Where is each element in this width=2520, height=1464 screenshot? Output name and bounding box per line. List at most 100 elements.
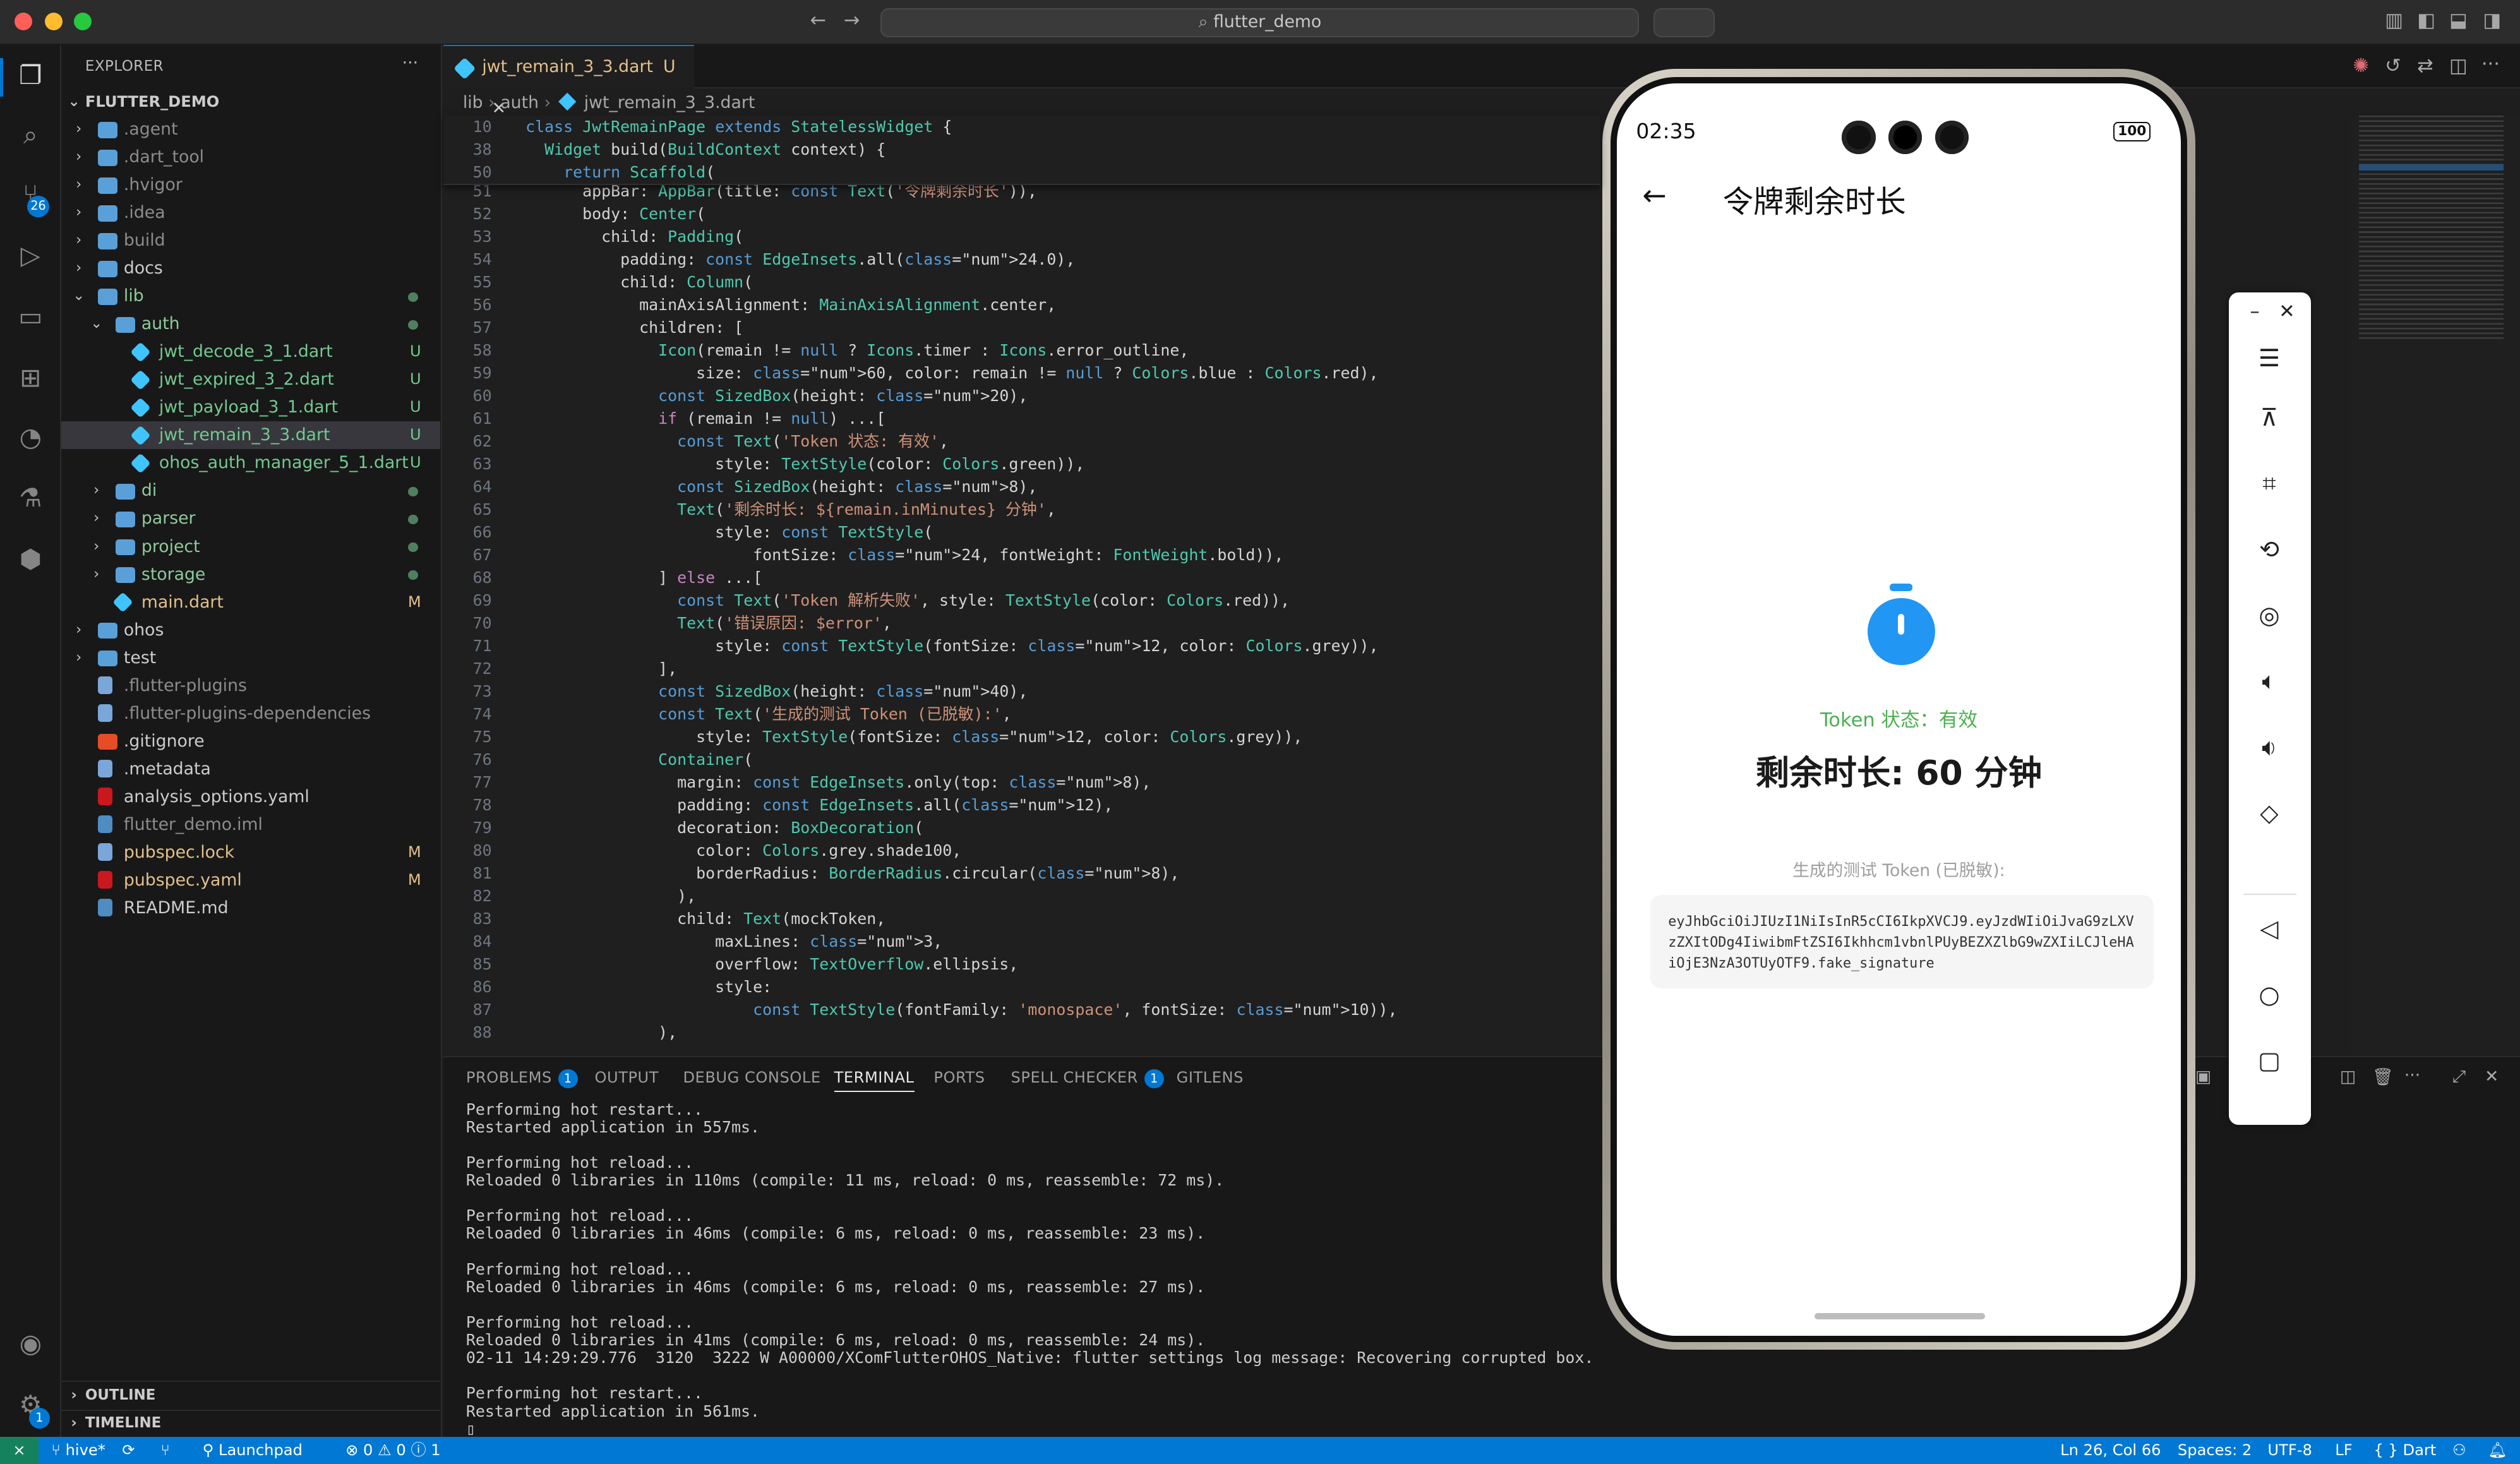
code-line[interactable]: 86 style: [443,976,1600,999]
code-line[interactable]: 82 ), [443,885,1600,908]
copilot-status-icon[interactable]: ⚇ [2452,1437,2466,1464]
eol[interactable]: LF [2335,1437,2352,1464]
code-line[interactable]: 65 Text('剩余时长: ${remain.inMinutes} 分钟', [443,498,1600,521]
code-line[interactable]: 69 const Text('Token 解析失败', style: TextS… [443,589,1600,612]
tree-item[interactable]: .gitignore [61,728,441,755]
timeline-history-icon[interactable]: ↺ [2385,55,2401,77]
extensions-icon[interactable]: ⊞ [15,362,47,394]
cursor-position[interactable]: Ln 26, Col 66 [2060,1437,2161,1464]
tree-item[interactable]: › docs [61,255,441,282]
chevron-right-icon[interactable]: › [71,644,87,671]
tree-item[interactable]: main.dart M [61,589,441,616]
tab-jwt-remain[interactable]: jwt_remain_3_3.dart U ✕ [443,45,695,118]
tree-item[interactable]: › .agent [61,116,441,143]
sticky-line[interactable]: 38 Widget build(BuildContext context) { [443,138,1600,161]
menu-icon[interactable]: ☰ [2250,339,2288,378]
sticky-line[interactable]: 50 return Scaffold( [443,161,1600,184]
tree-item[interactable]: › .dart_tool [61,143,441,171]
panel-tab-spell-checker[interactable]: SPELL CHECKER 1 [1011,1069,1164,1089]
nav-home-icon[interactable]: ○ [2250,976,2288,1014]
tree-item[interactable]: .metadata [61,755,441,783]
maximize-window-button[interactable] [74,13,92,31]
nav-recents-icon[interactable]: ▢ [2250,1041,2288,1080]
panel-more-icon[interactable]: ··· [2404,1065,2420,1085]
launchpad-status[interactable]: ⚲ Launchpad [203,1437,303,1464]
code-line[interactable]: 62 const Text('Token 状态: 有效', [443,430,1600,453]
breadcrumb-file[interactable]: jwt_remain_3_3.dart [584,93,755,112]
minimize-window-button[interactable] [45,13,63,31]
record-icon[interactable]: ◎ [2250,596,2288,635]
tree-item[interactable]: › .hvigor [61,171,441,198]
tree-item[interactable]: › project [61,533,441,560]
panel-tab-gitlens[interactable]: GITLENS [1177,1069,1244,1086]
panel-tab-ports[interactable]: PORTS [933,1069,985,1086]
language-mode[interactable]: { } Dart [2373,1437,2436,1464]
chevron-right-icon[interactable]: › [71,171,87,198]
tree-item[interactable]: analysis_options.yaml [61,783,441,810]
code-line[interactable]: 53 child: Padding( [443,225,1600,248]
code-line[interactable]: 75 style: TextStyle(fontSize: class="num… [443,726,1600,748]
explorer-more-button[interactable]: ··· [402,53,418,73]
outline-section[interactable]: › OUTLINE [61,1382,441,1409]
code-line[interactable]: 64 const SizedBox(height: class="num">8)… [443,476,1600,498]
code-line[interactable]: 88 ), [443,1021,1600,1044]
volume-up-icon[interactable]: 🔈︎ [2250,662,2288,700]
kill-terminal-icon[interactable]: 🗑 [2372,1067,2394,1087]
breadcrumb-lib[interactable]: lib [463,93,483,112]
sticky-line[interactable]: 10 class JwtRemainPage extends StatelessW… [443,116,1600,138]
tree-item[interactable]: flutter_demo.iml [61,811,441,838]
explorer-icon[interactable]: ❐ [15,59,47,92]
chevron-right-icon[interactable]: › [88,505,104,532]
containers-icon[interactable]: ⬢ [15,543,47,575]
chevron-down-icon[interactable]: ⌄ [71,282,87,309]
chevron-down-icon[interactable]: ⌄ [88,310,104,337]
remote-explorer-icon[interactable]: ▭ [15,301,47,333]
code-line[interactable]: 72 ], [443,657,1600,680]
code-line[interactable]: 58 Icon(remain != null ? Icons.timer : I… [443,339,1600,362]
code-line[interactable]: 63 style: TextStyle(color: Colors.green)… [443,453,1600,476]
tree-item[interactable]: README.md [61,894,441,921]
close-emulator-icon[interactable]: ✕ [2267,292,2306,331]
chevron-right-icon[interactable]: › [71,616,87,644]
tree-item[interactable]: pubspec.yaml M [61,867,441,894]
chevron-right-icon[interactable]: › [71,227,87,254]
tree-item[interactable]: jwt_decode_3_1.dart U [61,338,441,365]
compare-icon[interactable]: ⇄ [2417,55,2433,77]
gitlens-icon[interactable]: ◔ [15,421,47,453]
code-line[interactable]: 83 child: Text(mockToken, [443,908,1600,930]
code-line[interactable]: 52 body: Center( [443,203,1600,225]
tree-item[interactable]: pubspec.lock M [61,839,441,866]
maximize-panel-icon[interactable]: ⤢ [2452,1067,2466,1087]
phone-screen[interactable]: 02:35 100 ← 令牌剩余时长 Token 状态：有效 剩余时长: 60 … [1616,83,2181,1336]
nav-back-icon[interactable]: ◁ [2250,909,2288,948]
code-line[interactable]: 61 if (remain != null) ...[ [443,407,1600,430]
tree-item[interactable]: › ohos [61,616,441,644]
chevron-right-icon[interactable]: › [71,255,87,282]
chevron-right-icon[interactable]: › [71,116,87,143]
panel-tab-terminal[interactable]: TERMINAL [834,1069,915,1093]
tree-item[interactable]: ⌄ auth [61,310,441,337]
code-line[interactable]: 70 Text('错误原因: $error', [443,612,1600,635]
tree-item[interactable]: › parser [61,505,441,532]
close-panel-icon[interactable]: ✕ [2485,1067,2499,1086]
rotate-icon[interactable]: ⟲ [2250,531,2288,569]
nav-forward-button[interactable]: → [844,9,860,32]
home-indicator[interactable] [1814,1312,1985,1320]
project-root[interactable]: ⌄ FLUTTER_DEMO [61,88,441,116]
split-editor-icon[interactable]: ◫ [2449,55,2468,77]
code-line[interactable]: 54 padding: const EdgeInsets.all(class="… [443,248,1600,271]
tree-item[interactable]: › .idea [61,199,441,226]
code-line[interactable]: 81 borderRadius: BorderRadius.circular(c… [443,862,1600,885]
code-line[interactable]: 87 const TextStyle(fontFamily: 'monospac… [443,999,1600,1021]
command-center-search[interactable]: ⌕ flutter_demo [880,8,1640,37]
tree-item[interactable]: › test [61,644,441,671]
code-line[interactable]: 79 decoration: BoxDecoration( [443,817,1600,839]
chevron-right-icon[interactable]: › [88,561,104,588]
minimap[interactable] [2349,116,2520,1055]
code-line[interactable]: 59 size: class="num">60, color: remain !… [443,362,1600,385]
testing-icon[interactable]: ⚗ [15,482,47,514]
code-line[interactable]: 57 children: [ [443,316,1600,339]
code-line[interactable]: 55 child: Column( [443,271,1600,294]
code-line[interactable]: 73 const SizedBox(height: class="num">40… [443,680,1600,703]
editor-actions-icon[interactable]: ✺ [2353,55,2369,77]
